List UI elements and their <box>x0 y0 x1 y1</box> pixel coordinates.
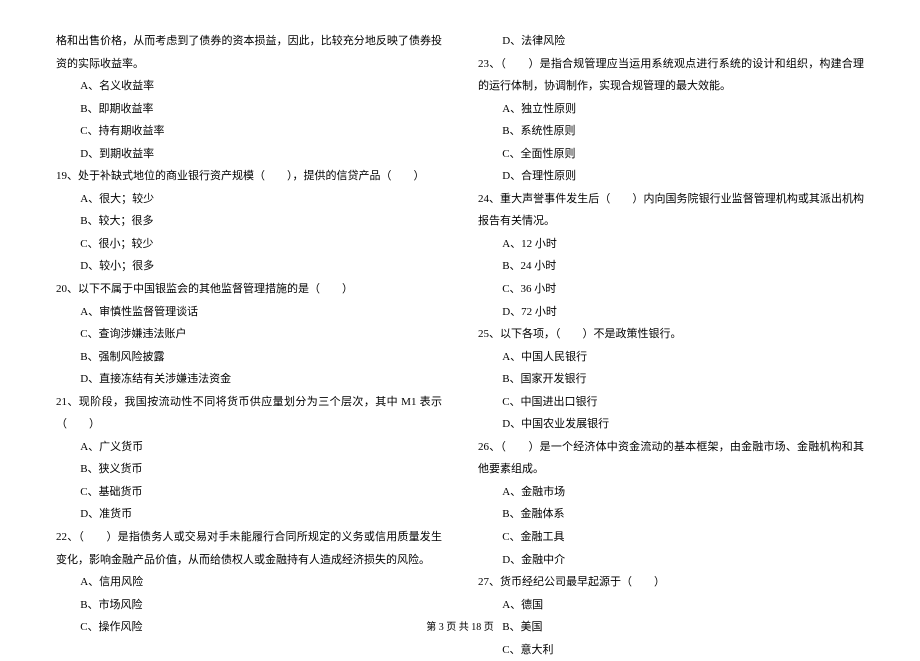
right-column: D、法律风险 23、（ ）是指合规管理应当运用系统观点进行系统的设计和组织，构建… <box>478 30 864 661</box>
q24-option-d: D、72 小时 <box>478 301 864 324</box>
left-column: 格和出售价格，从而考虑到了债券的资本损益，因此，比较充分地反映了债券投资的实际收… <box>56 30 442 661</box>
q21-option-d: D、准货币 <box>56 503 442 526</box>
q25-text: 25、以下各项，（ ）不是政策性银行。 <box>478 323 864 346</box>
q21-option-c: C、基础货币 <box>56 481 442 504</box>
q25-option-a: A、中国人民银行 <box>478 346 864 369</box>
q26-option-a: A、金融市场 <box>478 481 864 504</box>
q26-option-c: C、金融工具 <box>478 526 864 549</box>
q19-option-a: A、很大；较少 <box>56 188 442 211</box>
q26-text: 26、（ ）是一个经济体中资金流动的基本框架，由金融市场、金融机构和其他要素组成… <box>478 436 864 481</box>
q25-option-d: D、中国农业发展银行 <box>478 413 864 436</box>
q25-option-c: C、中国进出口银行 <box>478 391 864 414</box>
q18-option-a: A、名义收益率 <box>56 75 442 98</box>
q24-text: 24、重大声誉事件发生后（ ）内向国务院银行业监督管理机构或其派出机构报告有关情… <box>478 188 864 233</box>
page-footer: 第 3 页 共 18 页 <box>0 618 920 639</box>
q22-option-d: D、法律风险 <box>478 30 864 53</box>
q19-option-d: D、较小；很多 <box>56 255 442 278</box>
q26-option-d: D、金融中介 <box>478 549 864 572</box>
q21-text: 21、现阶段，我国按流动性不同将货币供应量划分为三个层次，其中 M1 表示（ ） <box>56 391 442 436</box>
q23-option-d: D、合理性原则 <box>478 165 864 188</box>
q21-option-b: B、狭义货币 <box>56 458 442 481</box>
q18-option-b: B、即期收益率 <box>56 98 442 121</box>
q19-text: 19、处于补缺式地位的商业银行资产规模（ ），提供的信贷产品（ ） <box>56 165 442 188</box>
q24-option-b: B、24 小时 <box>478 255 864 278</box>
q18-option-c: C、持有期收益率 <box>56 120 442 143</box>
q22-option-a: A、信用风险 <box>56 571 442 594</box>
q18-continuation: 格和出售价格，从而考虑到了债券的资本损益，因此，比较充分地反映了债券投资的实际收… <box>56 30 442 75</box>
q22-text: 22、（ ）是指债务人或交易对手未能履行合同所规定的义务或信用质量发生变化，影响… <box>56 526 442 571</box>
q24-option-a: A、12 小时 <box>478 233 864 256</box>
q20-option-b: B、强制风险披露 <box>56 346 442 369</box>
q22-option-b: B、市场风险 <box>56 594 442 617</box>
q20-option-d: D、直接冻结有关涉嫌违法资金 <box>56 368 442 391</box>
q20-option-c: C、查询涉嫌违法账户 <box>56 323 442 346</box>
q23-option-b: B、系统性原则 <box>478 120 864 143</box>
q23-option-a: A、独立性原则 <box>478 98 864 121</box>
q24-option-c: C、36 小时 <box>478 278 864 301</box>
q27-text: 27、货币经纪公司最早起源于（ ） <box>478 571 864 594</box>
q21-option-a: A、广义货币 <box>56 436 442 459</box>
q20-option-a: A、审慎性监督管理谈话 <box>56 301 442 324</box>
q20-text: 20、以下不属于中国银监会的其他监督管理措施的是（ ） <box>56 278 442 301</box>
q27-option-a: A、德国 <box>478 594 864 617</box>
q23-text: 23、（ ）是指合规管理应当运用系统观点进行系统的设计和组织，构建合理的运行体制… <box>478 53 864 98</box>
q26-option-b: B、金融体系 <box>478 503 864 526</box>
q19-option-b: B、较大；很多 <box>56 210 442 233</box>
q23-option-c: C、全面性原则 <box>478 143 864 166</box>
q19-option-c: C、很小；较少 <box>56 233 442 256</box>
q18-option-d: D、到期收益率 <box>56 143 442 166</box>
q25-option-b: B、国家开发银行 <box>478 368 864 391</box>
